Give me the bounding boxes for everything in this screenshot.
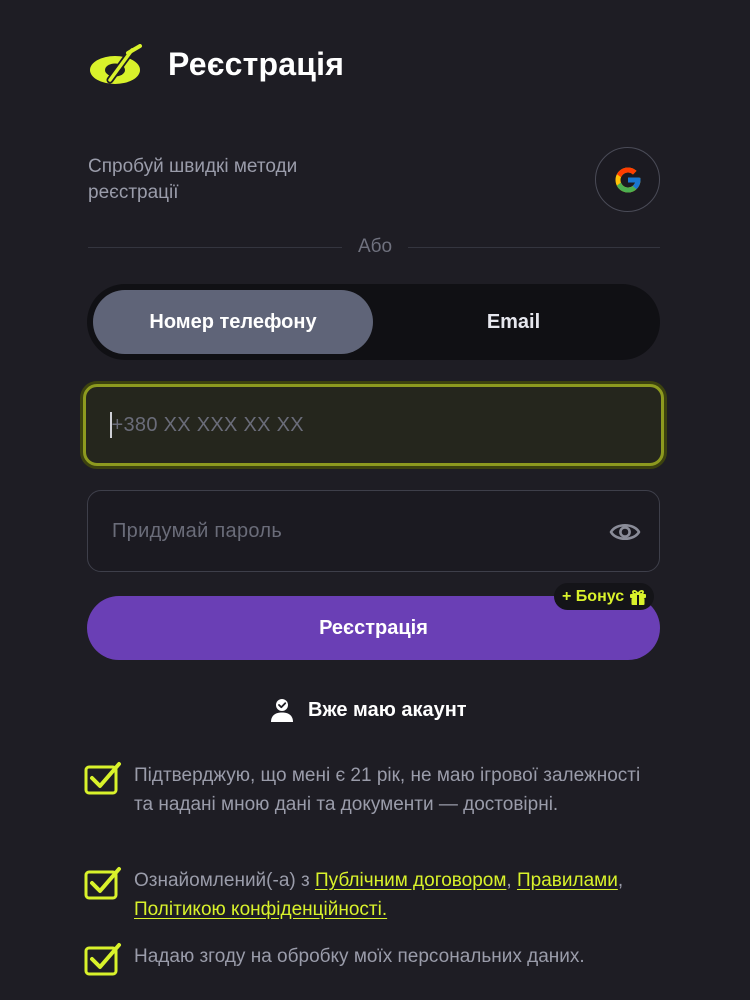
divider-text: Або: [357, 236, 393, 257]
gift-icon: [630, 589, 647, 605]
agreement-data-text: Надаю згоду на обробку моїх персональних…: [134, 946, 585, 967]
login-link[interactable]: Вже маю акаунт: [270, 696, 467, 724]
bonus-label: + Бонус: [562, 587, 625, 605]
agreement-age-text: Підтверджую, що мені є 21 рік, не маю іг…: [134, 765, 641, 815]
registration-page: Реєстрація Спробуй швидкі методи реєстра…: [0, 0, 750, 1000]
login-label: Вже маю акаунт: [308, 698, 467, 721]
public-contract-link[interactable]: Публічним договором: [315, 870, 506, 891]
terms-separator: ,: [506, 870, 517, 891]
phone-input[interactable]: [111, 413, 572, 437]
rules-link[interactable]: Правилами: [517, 870, 618, 891]
password-input[interactable]: [112, 519, 572, 543]
terms-separator-2: ,: [617, 870, 624, 891]
divider-left: [88, 247, 342, 248]
agreement-terms-text: Ознайомлений(-а) з Публічним договором, …: [134, 866, 644, 924]
brand-logo-icon: [90, 44, 142, 84]
checkbox-checked-icon[interactable]: [84, 761, 122, 795]
tab-email[interactable]: Email: [373, 290, 654, 354]
signup-method-tabs: Номер телефону Email: [87, 284, 660, 360]
checkbox-checked-icon[interactable]: [84, 942, 122, 976]
agreement-age: Підтверджую, що мені є 21 рік, не маю іг…: [84, 761, 644, 819]
quick-methods-text: Спробуй швидкі методи реєстрації: [88, 156, 298, 203]
privacy-policy-link[interactable]: Політикою конфіденційності.: [134, 899, 387, 920]
google-signup-button[interactable]: [595, 147, 660, 212]
agreement-data: Надаю згоду на обробку моїх персональних…: [84, 942, 664, 976]
page-title: Реєстрація: [168, 46, 345, 82]
tab-phone[interactable]: Номер телефону: [93, 290, 373, 354]
bonus-badge: + Бонус: [554, 583, 655, 610]
eye-icon[interactable]: [609, 517, 641, 547]
agreement-terms: Ознайомлений(-а) з Публічним договором, …: [84, 866, 644, 924]
user-icon: [271, 699, 293, 722]
password-field[interactable]: [87, 490, 660, 572]
phone-field[interactable]: [83, 384, 664, 466]
divider-right: [408, 247, 660, 248]
checkbox-checked-icon[interactable]: [84, 866, 122, 900]
terms-prefix: Ознайомлений(-а) з: [134, 870, 315, 891]
google-icon: [615, 167, 640, 192]
